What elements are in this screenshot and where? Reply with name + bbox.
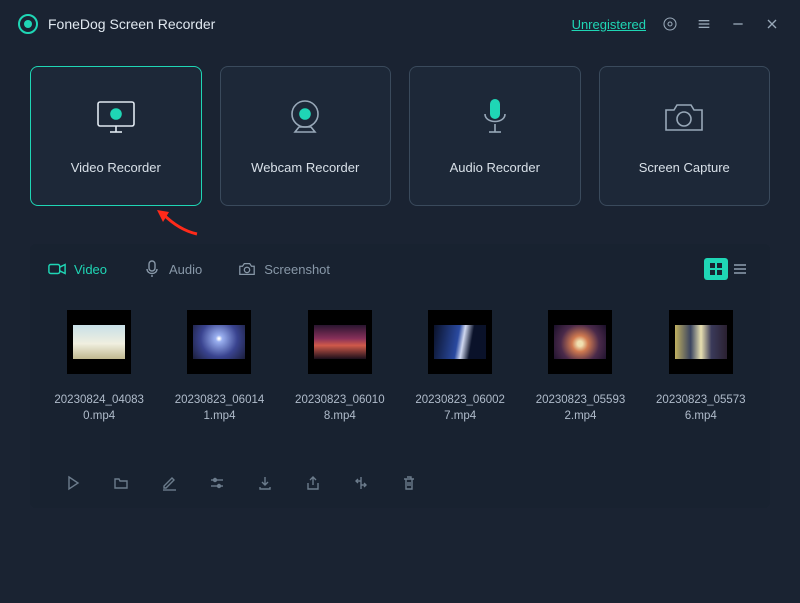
share-button[interactable] (302, 472, 324, 494)
file-item[interactable]: 20230823_055932.mp4 (531, 310, 629, 424)
title-left: FoneDog Screen Recorder (18, 14, 215, 34)
mode-cards: Video Recorder Webcam Recorder Audio Rec… (0, 48, 800, 206)
open-folder-button[interactable] (110, 472, 132, 494)
file-thumbnail (669, 310, 733, 374)
convert-button[interactable] (350, 472, 372, 494)
annotation-arrow-icon (155, 208, 199, 238)
file-thumbnail (428, 310, 492, 374)
file-toolbar (30, 432, 770, 494)
file-panel: Video Audio Screenshot (30, 244, 770, 508)
video-icon (48, 262, 66, 276)
gear-icon (662, 16, 678, 32)
folder-icon (113, 475, 129, 491)
grid-icon (709, 262, 723, 276)
close-button[interactable] (762, 14, 782, 34)
view-toggle (704, 258, 752, 280)
view-list-button[interactable] (728, 258, 752, 280)
title-right: Unregistered (572, 14, 782, 34)
file-name: 20230823_060141.mp4 (170, 392, 268, 424)
app-logo-icon (18, 14, 38, 34)
sliders-icon (209, 475, 225, 491)
mode-webcam-recorder[interactable]: Webcam Recorder (220, 66, 392, 206)
mode-screen-capture[interactable]: Screen Capture (599, 66, 771, 206)
minimize-icon (730, 16, 746, 32)
mode-audio-recorder[interactable]: Audio Recorder (409, 66, 581, 206)
menu-button[interactable] (694, 14, 714, 34)
delete-button[interactable] (398, 472, 420, 494)
download-button[interactable] (254, 472, 276, 494)
mode-label: Video Recorder (71, 160, 161, 175)
tab-label: Audio (169, 262, 202, 277)
file-thumbnail (548, 310, 612, 374)
tab-audio[interactable]: Audio (143, 262, 202, 277)
play-icon (65, 475, 81, 491)
app-title: FoneDog Screen Recorder (48, 16, 215, 32)
unregistered-link[interactable]: Unregistered (572, 17, 646, 32)
file-item[interactable]: 20230823_060108.mp4 (291, 310, 389, 424)
file-thumbnail (67, 310, 131, 374)
close-icon (764, 16, 780, 32)
mode-label: Webcam Recorder (251, 160, 359, 175)
camera-icon (660, 98, 708, 138)
file-thumbnail (308, 310, 372, 374)
file-name: 20230823_060108.mp4 (291, 392, 389, 424)
file-item[interactable]: 20230824_040830.mp4 (50, 310, 148, 424)
mode-label: Screen Capture (639, 160, 730, 175)
view-grid-button[interactable] (704, 258, 728, 280)
webcam-icon (283, 98, 327, 138)
convert-icon (353, 475, 369, 491)
pencil-icon (161, 475, 177, 491)
settings-button[interactable] (660, 14, 680, 34)
panel-tabs: Video Audio Screenshot (30, 244, 770, 294)
file-name: 20230823_060027.mp4 (411, 392, 509, 424)
file-thumbnail (187, 310, 251, 374)
microphone-small-icon (143, 262, 161, 276)
list-icon (733, 262, 747, 276)
file-grid: 20230824_040830.mp4 20230823_060141.mp4 … (30, 294, 770, 432)
hamburger-icon (696, 16, 712, 32)
edit-button[interactable] (158, 472, 180, 494)
tab-video[interactable]: Video (48, 262, 107, 277)
file-item[interactable]: 20230823_060027.mp4 (411, 310, 509, 424)
camera-small-icon (238, 262, 256, 276)
play-button[interactable] (62, 472, 84, 494)
tabs-left: Video Audio Screenshot (48, 262, 330, 277)
file-item[interactable]: 20230823_055736.mp4 (652, 310, 750, 424)
share-icon (305, 475, 321, 491)
trash-icon (401, 475, 417, 491)
titlebar: FoneDog Screen Recorder Unregistered (0, 0, 800, 48)
mode-video-recorder[interactable]: Video Recorder (30, 66, 202, 206)
tab-label: Video (74, 262, 107, 277)
file-name: 20230824_040830.mp4 (50, 392, 148, 424)
file-item[interactable]: 20230823_060141.mp4 (170, 310, 268, 424)
monitor-record-icon (92, 98, 140, 138)
file-name: 20230823_055736.mp4 (652, 392, 750, 424)
download-icon (257, 475, 273, 491)
microphone-icon (480, 98, 510, 138)
tab-screenshot[interactable]: Screenshot (238, 262, 330, 277)
file-name: 20230823_055932.mp4 (531, 392, 629, 424)
settings-button[interactable] (206, 472, 228, 494)
tab-label: Screenshot (264, 262, 330, 277)
mode-label: Audio Recorder (450, 160, 540, 175)
minimize-button[interactable] (728, 14, 748, 34)
